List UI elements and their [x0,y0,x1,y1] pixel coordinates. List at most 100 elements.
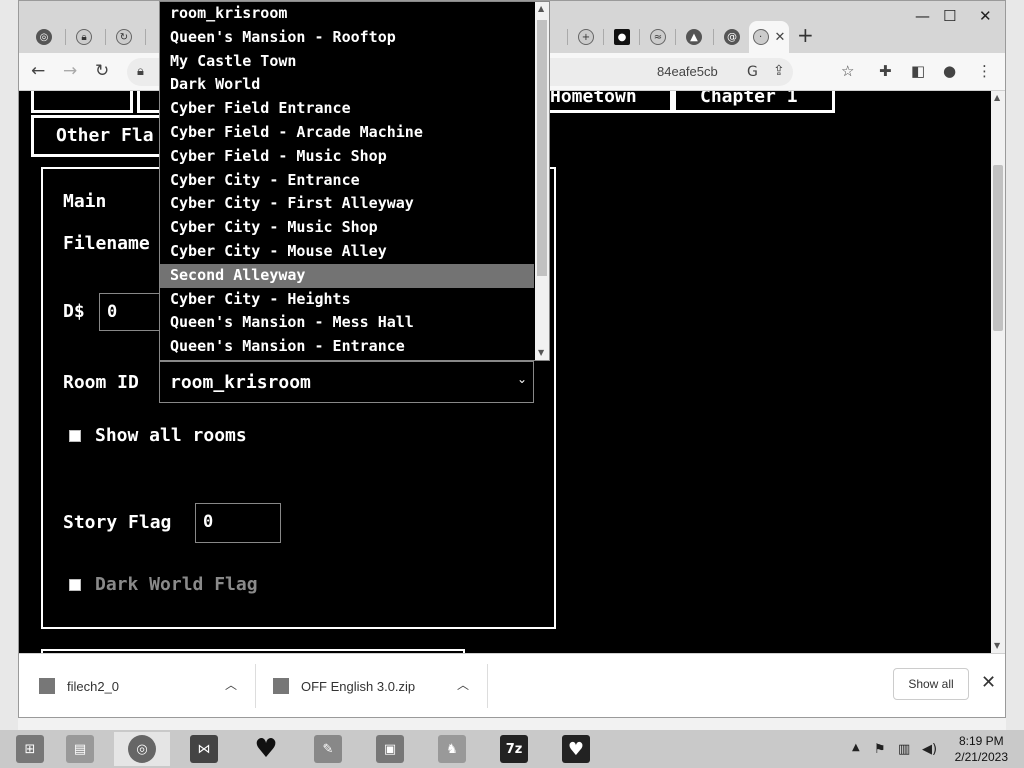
tab-plus-site[interactable]: + [569,21,603,53]
story-flag-input[interactable]: 0 [195,503,281,543]
taskbar-deltarune[interactable]: ♥ [238,732,294,766]
dropdown-option[interactable]: Cyber City - Entrance [160,169,534,193]
download-item-1[interactable]: filech2_0 [39,654,119,718]
page-scrollbar-thumb[interactable] [993,165,1003,331]
scroll-up-icon[interactable]: ▲ [538,4,544,13]
taskbar-paint[interactable]: ✎ [300,732,356,766]
volume-icon[interactable]: ◀) [922,742,937,757]
dropdown-option[interactable]: Cyber City - Mouse Alley [160,240,534,264]
visual-studio-icon: ⋈ [190,735,218,763]
image-icon: ▣ [376,735,404,763]
lock-icon: 🔒︎ [137,64,144,79]
taskbar-file-explorer[interactable]: ▤ [52,732,108,766]
profile-avatar-icon[interactable]: ● [943,61,956,81]
chapter-1-button[interactable]: Chapter 1 [673,91,835,113]
folder-icon: ▤ [66,735,94,763]
back-icon[interactable]: ← [31,61,45,81]
tray-chevron-up-icon[interactable]: ▲ [852,742,860,753]
clock-time: 8:19 PM [958,734,1004,748]
chevron-up-icon[interactable]: ︿ [225,676,237,693]
taskbar-visual-studio[interactable]: ⋈ [176,732,232,766]
tab-dark-site[interactable]: ● [605,21,639,53]
wave-icon: ≈ [650,29,666,45]
dark-world-flag-checkbox[interactable] [69,579,81,591]
heart-icon: ♥ [254,734,278,764]
maximize-button[interactable]: ☐ [943,7,956,25]
dropdown-option-highlighted[interactable]: Second Alleyway [160,264,534,288]
tab-edge[interactable]: @ [715,21,749,53]
taskbar-game-character[interactable]: ♞ [424,732,480,766]
scroll-up-icon[interactable]: ▲ [994,93,1000,102]
show-all-button[interactable]: Show all [893,668,969,700]
character-icon: ♞ [438,735,466,763]
tab-separator [105,29,106,45]
dropdown-option[interactable]: Cyber Field - Arcade Machine [160,121,534,145]
room-id-select[interactable]: room_krisroom ⌄ [159,361,534,403]
forward-icon[interactable]: → [63,61,77,81]
page-scrollbar[interactable]: ▲ ▼ [991,91,1005,653]
close-window-button[interactable]: ✕ [979,7,992,25]
menu-icon[interactable]: ⋮ [977,61,992,81]
close-icon[interactable]: ✕ [981,672,996,693]
room-id-dropdown-list[interactable]: room_krisroom Queen's Mansion - Rooftop … [159,1,550,361]
desktop-background-right [1006,0,1024,730]
taskbar-7zip[interactable]: 7z [486,732,542,766]
dropdown-option[interactable]: My Castle Town [160,50,534,74]
dropdown-option[interactable]: Queen's Mansion - Mess Hall [160,311,534,335]
taskbar-chrome[interactable]: ◎ [114,732,170,766]
bookmark-star-icon[interactable]: ☆ [841,61,854,81]
zip-file-icon [273,678,289,694]
start-button[interactable]: ⊞ [2,732,58,766]
scroll-down-icon[interactable]: ▼ [538,348,544,357]
system-clock[interactable]: 8:19 PM 2/21/2023 [955,733,1008,765]
flag-icon[interactable]: ⚑ [874,742,886,757]
tab-fire[interactable]: ▲ [677,21,711,53]
browser-window: ◎ 🔒︎ ↻ + ● ≈ ▲ @ · ✕ + — ☐ ✕ ← → ↻ 🔒︎ 84e… [18,0,1006,718]
dropdown-option[interactable]: Cyber Field - Music Shop [160,145,534,169]
tab-wave[interactable]: ≈ [641,21,675,53]
share-icon[interactable]: ⇪ [773,61,785,81]
chevron-up-icon[interactable]: ︿ [457,676,469,693]
reload-icon[interactable]: ↻ [95,61,109,81]
tab-separator [713,29,714,45]
tab-active[interactable]: · ✕ [749,21,789,53]
tab-separator [145,29,146,45]
windows-taskbar: ⊞ ▤ ◎ ⋈ ♥ ✎ ▣ ♞ 7z ♥ ▲ ⚑ ▥ ◀) 8:19 PM 2/… [0,730,1024,768]
taskbar-heart-app[interactable]: ♥ [548,732,604,766]
dropdown-scrollbar-thumb[interactable] [537,20,547,276]
heart-face-icon: ♥ [562,735,590,763]
dropdown-option[interactable]: room_krisroom [160,2,534,26]
dropdown-option[interactable]: Dark World [160,73,534,97]
tab-separator [639,29,640,45]
show-all-rooms-checkbox[interactable] [69,430,81,442]
new-tab-button[interactable]: + [797,23,814,47]
taskbar-image-viewer[interactable]: ▣ [362,732,418,766]
dropdown-option[interactable]: Cyber Field Entrance [160,97,534,121]
nav-button-partial-1[interactable] [31,91,133,113]
7zip-icon: 7z [500,735,528,763]
chrome-icon: ◎ [128,735,156,763]
tab-chrome[interactable]: ◎ [27,21,61,53]
extensions-icon[interactable]: ✚ [879,61,892,81]
close-tab-icon[interactable]: ✕ [775,30,786,45]
dropdown-option[interactable]: Queen's Mansion - Rooftop [160,26,534,50]
dropdown-option[interactable]: Cyber City - Music Shop [160,216,534,240]
dropdown-option[interactable]: Cyber City - Heights [160,288,534,312]
minimize-button[interactable]: — [915,7,930,25]
dropdown-option[interactable]: Cyber City - First Alleyway [160,192,534,216]
hometown-button[interactable]: Hometown [547,91,673,113]
side-panel-icon[interactable]: ◧ [911,61,925,81]
dropdown-option[interactable]: Queen's Mansion - Entrance [160,335,534,359]
clock-date: 2/21/2023 [954,750,1008,764]
hometown-label: Hometown [550,91,637,107]
tab-loading[interactable]: ↻ [107,21,141,53]
network-icon[interactable]: ▥ [898,742,910,757]
download-filename: filech2_0 [67,678,120,694]
google-icon[interactable]: G [747,62,758,82]
filename-label: Filename [63,233,150,254]
page-icon: · [752,29,769,45]
scroll-down-icon[interactable]: ▼ [994,641,1000,650]
download-item-2[interactable]: OFF English 3.0.zip [273,654,415,718]
tab-lock[interactable]: 🔒︎ [67,21,101,53]
dropdown-scrollbar[interactable]: ▲ ▼ [535,2,549,360]
